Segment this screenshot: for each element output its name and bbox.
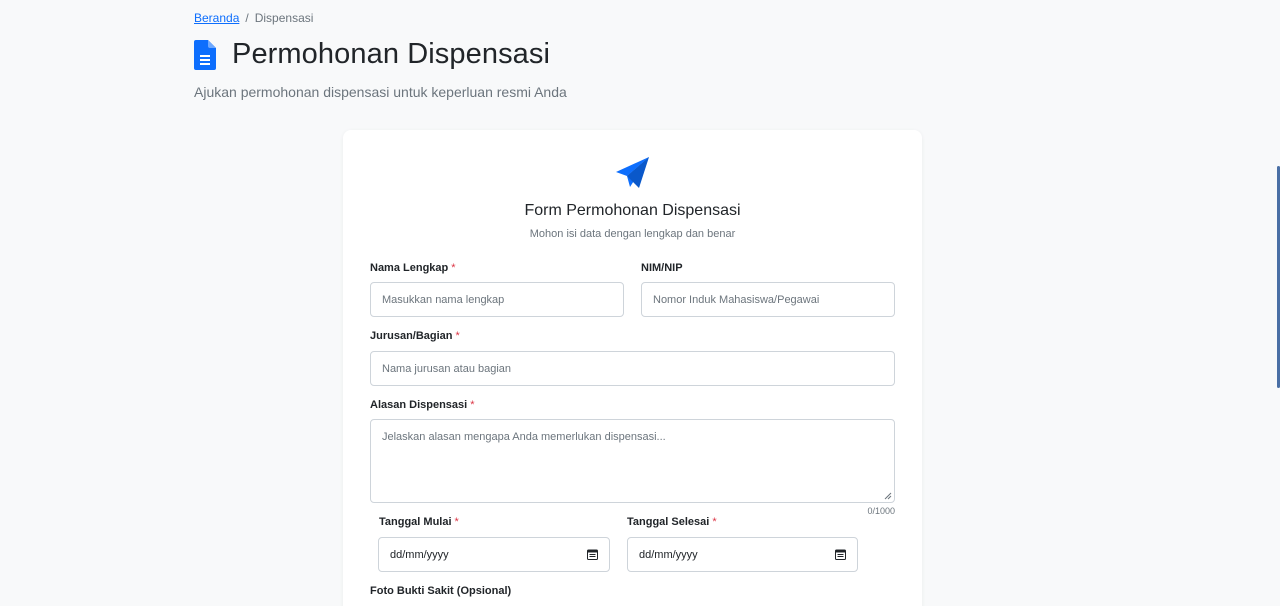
nama-placeholder: Masukkan nama lengkap xyxy=(382,293,505,306)
nim-placeholder: Nomor Induk Mahasiswa/Pegawai xyxy=(653,293,820,306)
tanggal-selesai-input[interactable]: dd/mm/yyyy xyxy=(627,537,858,572)
nama-label: Nama Lengkap * xyxy=(370,262,456,274)
tanggal-selesai-value: dd/mm/yyyy xyxy=(639,548,698,561)
document-icon xyxy=(194,39,216,70)
required-mark: * xyxy=(470,399,475,411)
breadcrumb-current: Dispensasi xyxy=(254,11,314,25)
foto-label: Foto Bukti Sakit (Opsional) xyxy=(370,585,511,597)
page-subtitle: Ajukan permohonan dispensasi untuk keper… xyxy=(194,84,567,100)
jurusan-label: Jurusan/Bagian * xyxy=(370,330,460,342)
tanggal-mulai-value: dd/mm/yyyy xyxy=(390,548,449,561)
alasan-textarea[interactable]: Jelaskan alasan mengapa Anda memerlukan … xyxy=(370,419,895,503)
tanggal-selesai-label: Tanggal Selesai * xyxy=(627,516,717,528)
form-subtitle: Mohon isi data dengan lengkap dan benar xyxy=(529,228,736,240)
tanggal-selesai-label-text: Tanggal Selesai xyxy=(627,516,710,528)
breadcrumb-separator: / xyxy=(245,11,249,25)
calendar-icon[interactable] xyxy=(835,549,846,560)
alasan-label-text: Alasan Dispensasi xyxy=(370,399,468,411)
required-mark: * xyxy=(451,262,456,274)
alasan-label: Alasan Dispensasi * xyxy=(370,399,475,411)
page: Beranda / Dispensasi Permohonan Dispensa… xyxy=(0,0,1280,606)
nim-label: NIM/NIP xyxy=(641,262,683,274)
nim-label-text: NIM/NIP xyxy=(641,262,683,274)
dispensation-form-card: Form Permohonan Dispensasi Mohon isi dat… xyxy=(343,130,922,606)
nama-label-text: Nama Lengkap xyxy=(370,262,449,274)
alasan-placeholder: Jelaskan alasan mengapa Anda memerlukan … xyxy=(382,431,666,443)
calendar-icon[interactable] xyxy=(587,549,598,560)
nama-input[interactable]: Masukkan nama lengkap xyxy=(370,282,624,317)
required-mark: * xyxy=(455,330,460,342)
page-title: Permohonan Dispensasi xyxy=(232,38,551,70)
alasan-char-counter: 0/1000 xyxy=(867,506,895,516)
tanggal-mulai-label: Tanggal Mulai * xyxy=(379,516,459,528)
resize-handle-icon[interactable] xyxy=(884,492,892,500)
jurusan-label-text: Jurusan/Bagian xyxy=(370,330,453,342)
foto-label-text: Foto Bukti Sakit (Opsional) xyxy=(370,585,512,597)
form-title: Form Permohonan Dispensasi xyxy=(524,202,741,219)
nim-input[interactable]: Nomor Induk Mahasiswa/Pegawai xyxy=(641,282,895,317)
jurusan-input[interactable]: Nama jurusan atau bagian xyxy=(370,351,895,386)
required-mark: * xyxy=(454,516,459,528)
required-mark: * xyxy=(712,516,717,528)
tanggal-mulai-input[interactable]: dd/mm/yyyy xyxy=(378,537,610,572)
paper-plane-icon xyxy=(616,157,649,188)
jurusan-placeholder: Nama jurusan atau bagian xyxy=(382,362,512,375)
breadcrumb: Beranda / Dispensasi xyxy=(194,11,313,25)
page-header: Permohonan Dispensasi xyxy=(194,38,550,71)
breadcrumb-home-link[interactable]: Beranda xyxy=(194,11,239,25)
tanggal-mulai-label-text: Tanggal Mulai xyxy=(379,516,452,528)
